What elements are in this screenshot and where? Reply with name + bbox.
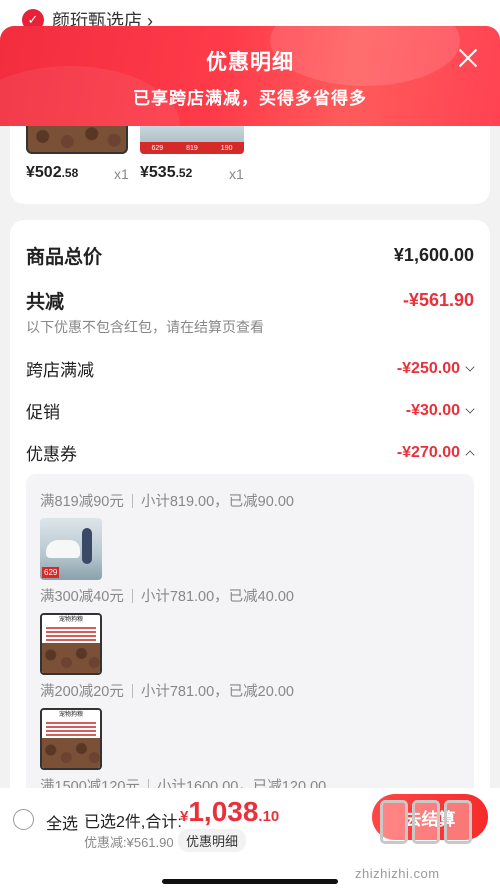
coupon-tier: 满300减40元 小计781.00，已减40.00	[40, 589, 294, 605]
products-card: 629 819 190 ¥502.58 x1 ¥535.52 x1	[10, 126, 490, 204]
tier-product-thumb-dog-food[interactable]: 宠物狗粮	[40, 613, 102, 675]
coupon-row[interactable]: 优惠券 -¥270.00	[26, 440, 475, 465]
watermark-logo	[380, 800, 472, 844]
discount-detail-card: 商品总价 ¥1,600.00 共减 -¥561.90 以下优惠不包含红包，请在结…	[10, 220, 490, 804]
coupon-tier: 满819减90元 小计819.00，已减90.00	[40, 494, 294, 510]
total-amount: ¥1,038.10	[180, 796, 280, 827]
total-reduce-value: -¥561.90	[402, 290, 474, 310]
chevron-up-icon	[465, 449, 475, 460]
tier-product-thumb-dog-food[interactable]: 宠物狗粮	[40, 708, 102, 770]
sheet-title: 优惠明细	[206, 51, 294, 74]
select-all-label[interactable]: 全选	[46, 810, 78, 834]
sheet-subtitle: 已享跨店满减，买得多省得多	[133, 89, 367, 108]
product-qty: x1	[114, 166, 129, 182]
select-all-radio[interactable]	[13, 809, 34, 830]
cross-store-label: 跨店满减	[26, 361, 94, 380]
chevron-down-icon	[465, 361, 475, 372]
promotion-label: 促销	[26, 403, 60, 422]
redpacket-note: 以下优惠不包含红包，请在结算页查看	[26, 319, 264, 335]
home-indicator[interactable]	[162, 879, 338, 884]
cross-store-value: -¥250.00	[396, 359, 460, 377]
discount-detail-button[interactable]: 优惠明细	[178, 829, 247, 852]
selected-count: 已选2件,合计:	[84, 814, 182, 831]
chevron-down-icon	[465, 403, 475, 414]
discount-summary: 优惠减:¥561.90	[84, 835, 174, 850]
total-reduce-row: 共减 -¥561.90	[26, 287, 474, 314]
product-thumb-dog-food[interactable]	[26, 126, 128, 154]
watermark-url: zhizhizhi.com	[355, 866, 440, 881]
product-price: ¥535.52	[140, 164, 193, 181]
total-price-row: 商品总价 ¥1,600.00	[26, 242, 474, 269]
promotion-row[interactable]: 促销 -¥30.00	[26, 398, 475, 423]
coupon-label: 优惠券	[26, 445, 77, 464]
total-price-value: ¥1,600.00	[393, 245, 474, 265]
coupon-value: -¥270.00	[396, 443, 460, 461]
discount-sheet-header: 优惠明细 已享跨店满减，买得多省得多	[0, 26, 500, 126]
coupon-breakdown: 满819减90元 小计819.00，已减90.00 629 满300减40元 小计7…	[26, 474, 474, 804]
total-reduce-label: 共减	[26, 292, 65, 313]
close-icon[interactable]	[456, 46, 480, 70]
product-price: ¥502.58	[26, 164, 79, 181]
total-price-label: 商品总价	[26, 247, 103, 268]
promotion-value: -¥30.00	[405, 401, 460, 419]
cross-store-row[interactable]: 跨店满减 -¥250.00	[26, 356, 475, 381]
coupon-tier: 满200减20元 小计781.00，已减20.00	[40, 684, 294, 700]
tier-product-thumb-shoes[interactable]: 629	[40, 518, 102, 580]
product-thumb-shoes[interactable]: 629 819 190	[140, 126, 244, 154]
product-qty: x1	[229, 166, 244, 182]
